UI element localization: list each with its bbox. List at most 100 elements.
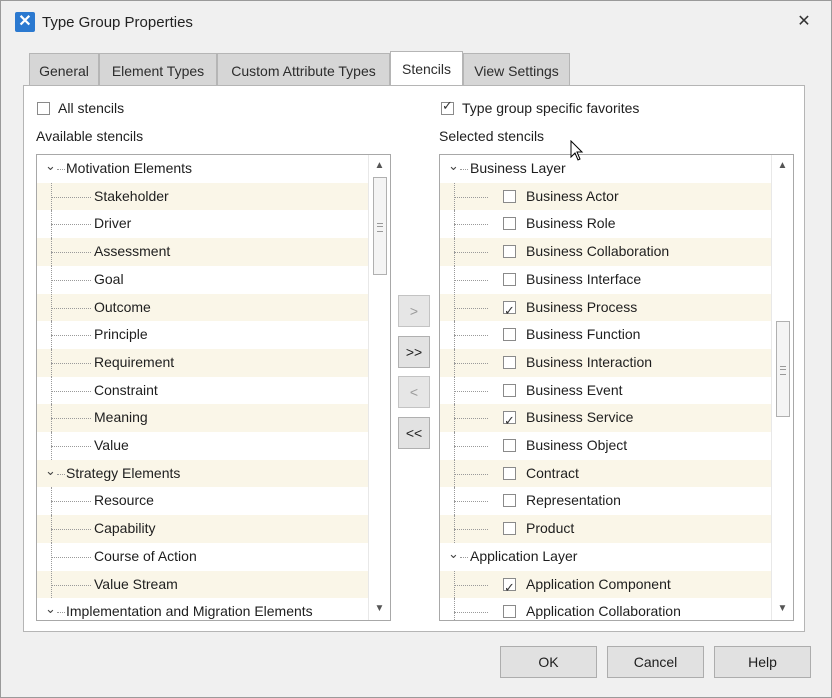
scroll-thumb[interactable] — [373, 177, 387, 275]
right-tree-item[interactable]: Business Collaboration — [440, 238, 771, 266]
right-tree-item[interactable]: Representation — [440, 487, 771, 516]
right-tree-item[interactable]: Business Role — [440, 210, 771, 239]
scroll-down-arrow-icon[interactable]: ▼ — [369, 600, 390, 618]
left-item-label: Value — [94, 437, 129, 453]
right-item-label: Business Actor — [526, 187, 619, 204]
left-tree-item[interactable]: Driver — [37, 210, 368, 239]
left-tree-item[interactable]: Stakeholder — [37, 182, 368, 211]
right-tree-item[interactable]: Business Event — [440, 376, 771, 405]
stencil-checkbox[interactable] — [503, 298, 516, 325]
left-tree-item[interactable]: Meaning — [37, 404, 368, 432]
left-group-label: Motivation Elements — [66, 160, 193, 176]
right-item-label: Business Interface — [526, 270, 642, 287]
available-stencils-title: Available stencils — [36, 128, 144, 144]
stencil-checkbox[interactable] — [503, 408, 516, 435]
left-item-label: Course of Action — [94, 547, 197, 564]
expand-chevron-icon[interactable]: ⌄ — [45, 598, 56, 620]
selected-stencils-scrollbar[interactable]: ▲ ▼ — [771, 155, 793, 620]
right-tree-item[interactable]: Application Component — [440, 570, 771, 602]
stencil-checkbox[interactable] — [503, 439, 516, 452]
right-tree-item[interactable]: Business Interface — [440, 265, 771, 294]
right-tree-item[interactable]: Business Process — [440, 293, 771, 325]
left-tree-item[interactable]: Assessment — [37, 238, 368, 266]
scroll-down-arrow-icon[interactable]: ▼ — [772, 600, 793, 618]
left-tree-item[interactable]: Course of Action — [37, 542, 368, 571]
left-tree-item[interactable]: Outcome — [37, 293, 368, 322]
close-icon[interactable]: ✕ — [795, 13, 813, 31]
left-item-label: Value Stream — [94, 575, 178, 592]
left-item-label: Assessment — [94, 243, 171, 260]
left-tree-item[interactable]: Goal — [37, 265, 368, 294]
stencil-checkbox[interactable] — [503, 272, 516, 286]
stencil-checkbox[interactable] — [503, 575, 516, 602]
stencil-checkbox[interactable] — [503, 522, 516, 536]
favorites-checkbox[interactable] — [441, 99, 454, 115]
app-icon: ✕ — [15, 12, 35, 32]
right-tree-item[interactable]: Business Service — [440, 404, 771, 435]
tab-view-settings[interactable]: View Settings — [463, 53, 570, 85]
tab-custom-attribute-types[interactable]: Custom Attribute Types — [217, 53, 390, 85]
stencil-checkbox[interactable] — [503, 383, 516, 397]
stencil-checkbox[interactable] — [503, 605, 516, 619]
right-tree-item[interactable]: Contract — [440, 459, 771, 488]
left-item-label: Stakeholder — [94, 187, 169, 204]
left-group-label: Strategy Elements — [66, 464, 181, 481]
right-tree-item[interactable]: Business Interaction — [440, 348, 771, 377]
available-stencils-scrollbar[interactable]: ▲ ▼ — [368, 155, 390, 620]
tab-element-types[interactable]: Element Types — [99, 53, 217, 85]
add-all-button[interactable]: >> — [398, 336, 430, 368]
left-group-node[interactable]: ⌄ Strategy Elements — [37, 459, 368, 488]
left-tree-item[interactable]: Value Stream — [37, 570, 368, 599]
right-group-node[interactable]: ⌄ Business Layer — [440, 155, 771, 183]
right-item-label: Application Component — [526, 575, 671, 592]
stencil-checkbox[interactable] — [503, 355, 516, 369]
tab-general[interactable]: General — [29, 53, 99, 85]
right-group-node[interactable]: ⌄ Application Layer — [440, 543, 771, 571]
all-stencils-checkbox[interactable] — [37, 102, 50, 115]
left-tree-item[interactable]: Capability — [37, 515, 368, 543]
expand-chevron-icon[interactable]: ⌄ — [448, 155, 459, 177]
right-tree-item[interactable]: Application Collaboration — [440, 598, 771, 620]
right-item-label: Business Service — [526, 409, 634, 426]
left-item-label: Resource — [94, 492, 154, 509]
window-title: Type Group Properties — [42, 14, 193, 31]
stencil-checkbox[interactable] — [503, 328, 516, 342]
left-tree-item[interactable]: Constraint — [37, 376, 368, 405]
left-group-node[interactable]: ⌄ Implementation and Migration Elements — [37, 598, 368, 620]
left-tree-item[interactable]: Requirement — [37, 348, 368, 377]
scroll-up-arrow-icon[interactable]: ▲ — [369, 157, 390, 175]
left-item-label: Capability — [94, 520, 156, 537]
left-item-label: Meaning — [94, 409, 148, 426]
right-tree-item[interactable]: Product — [440, 515, 771, 543]
ok-button[interactable]: OK — [500, 646, 597, 678]
type-group-properties-dialog: ✕ Type Group Properties ✕ General Elemen… — [0, 0, 832, 698]
scroll-up-arrow-icon[interactable]: ▲ — [772, 157, 793, 175]
stencil-checkbox[interactable] — [503, 494, 516, 508]
available-stencils-tree[interactable]: ⌄ Implementation and Migration Elements Va… — [36, 154, 391, 621]
stencil-checkbox[interactable] — [503, 217, 516, 231]
selected-stencils-title: Selected stencils — [439, 128, 545, 144]
stencil-checkbox[interactable] — [503, 245, 516, 259]
scroll-thumb[interactable] — [776, 321, 790, 417]
left-tree-item[interactable]: Principle — [37, 321, 368, 349]
left-group-node[interactable]: ⌄ Motivation Elements — [37, 155, 368, 183]
selected-stencils-tree[interactable]: Application Collaboration Application Com… — [439, 154, 794, 621]
cancel-button[interactable]: Cancel — [607, 646, 704, 678]
right-tree-item[interactable]: Business Object — [440, 432, 771, 460]
tab-stencils[interactable]: Stencils — [390, 51, 463, 85]
left-tree-item[interactable]: Resource — [37, 487, 368, 516]
expand-chevron-icon[interactable]: ⌄ — [45, 155, 56, 177]
stencil-checkbox[interactable] — [503, 189, 516, 203]
right-tree-item[interactable]: Business Function — [440, 321, 771, 349]
right-tree-item[interactable]: Business Actor — [440, 182, 771, 211]
remove-all-button[interactable]: << — [398, 417, 430, 449]
stencil-checkbox[interactable] — [503, 466, 516, 480]
right-item-label: Application Collaboration — [526, 603, 681, 620]
expand-chevron-icon[interactable]: ⌄ — [448, 543, 459, 565]
left-item-label: Requirement — [94, 353, 175, 370]
expand-chevron-icon[interactable]: ⌄ — [45, 460, 56, 482]
left-tree-item[interactable]: Value — [37, 432, 368, 460]
help-button[interactable]: Help — [714, 646, 811, 678]
add-button[interactable]: > — [398, 295, 430, 327]
remove-button[interactable]: < — [398, 376, 430, 408]
